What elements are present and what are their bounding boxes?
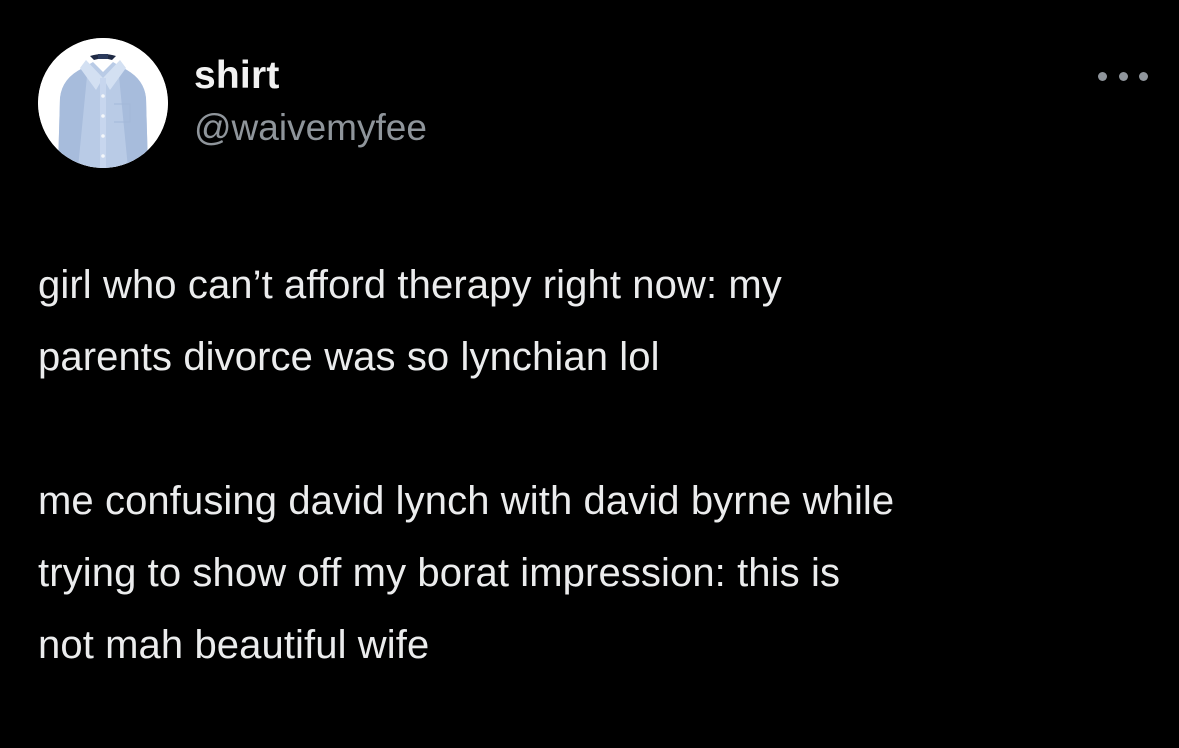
tweet-card: shirt @waivemyfee girl who can’t afford … [0,0,1179,748]
user-handle[interactable]: @waivemyfee [194,104,427,152]
tweet-paragraph: me confusing david lynch with david byrn… [38,479,895,667]
dress-shirt-icon [38,38,168,168]
more-dot [1139,71,1148,81]
more-dot [1118,71,1128,81]
display-name[interactable]: shirt [194,52,427,100]
avatar[interactable] [38,38,168,168]
tweet-text: girl who can’t afford therapy right now:… [38,249,1148,681]
more-horizontal-icon[interactable] [1098,64,1148,88]
tweet-header: shirt @waivemyfee [38,38,1148,172]
tweet-paragraph: girl who can’t afford therapy right now:… [38,263,782,379]
author-names: shirt @waivemyfee [194,52,427,152]
more-dot [1098,71,1107,81]
